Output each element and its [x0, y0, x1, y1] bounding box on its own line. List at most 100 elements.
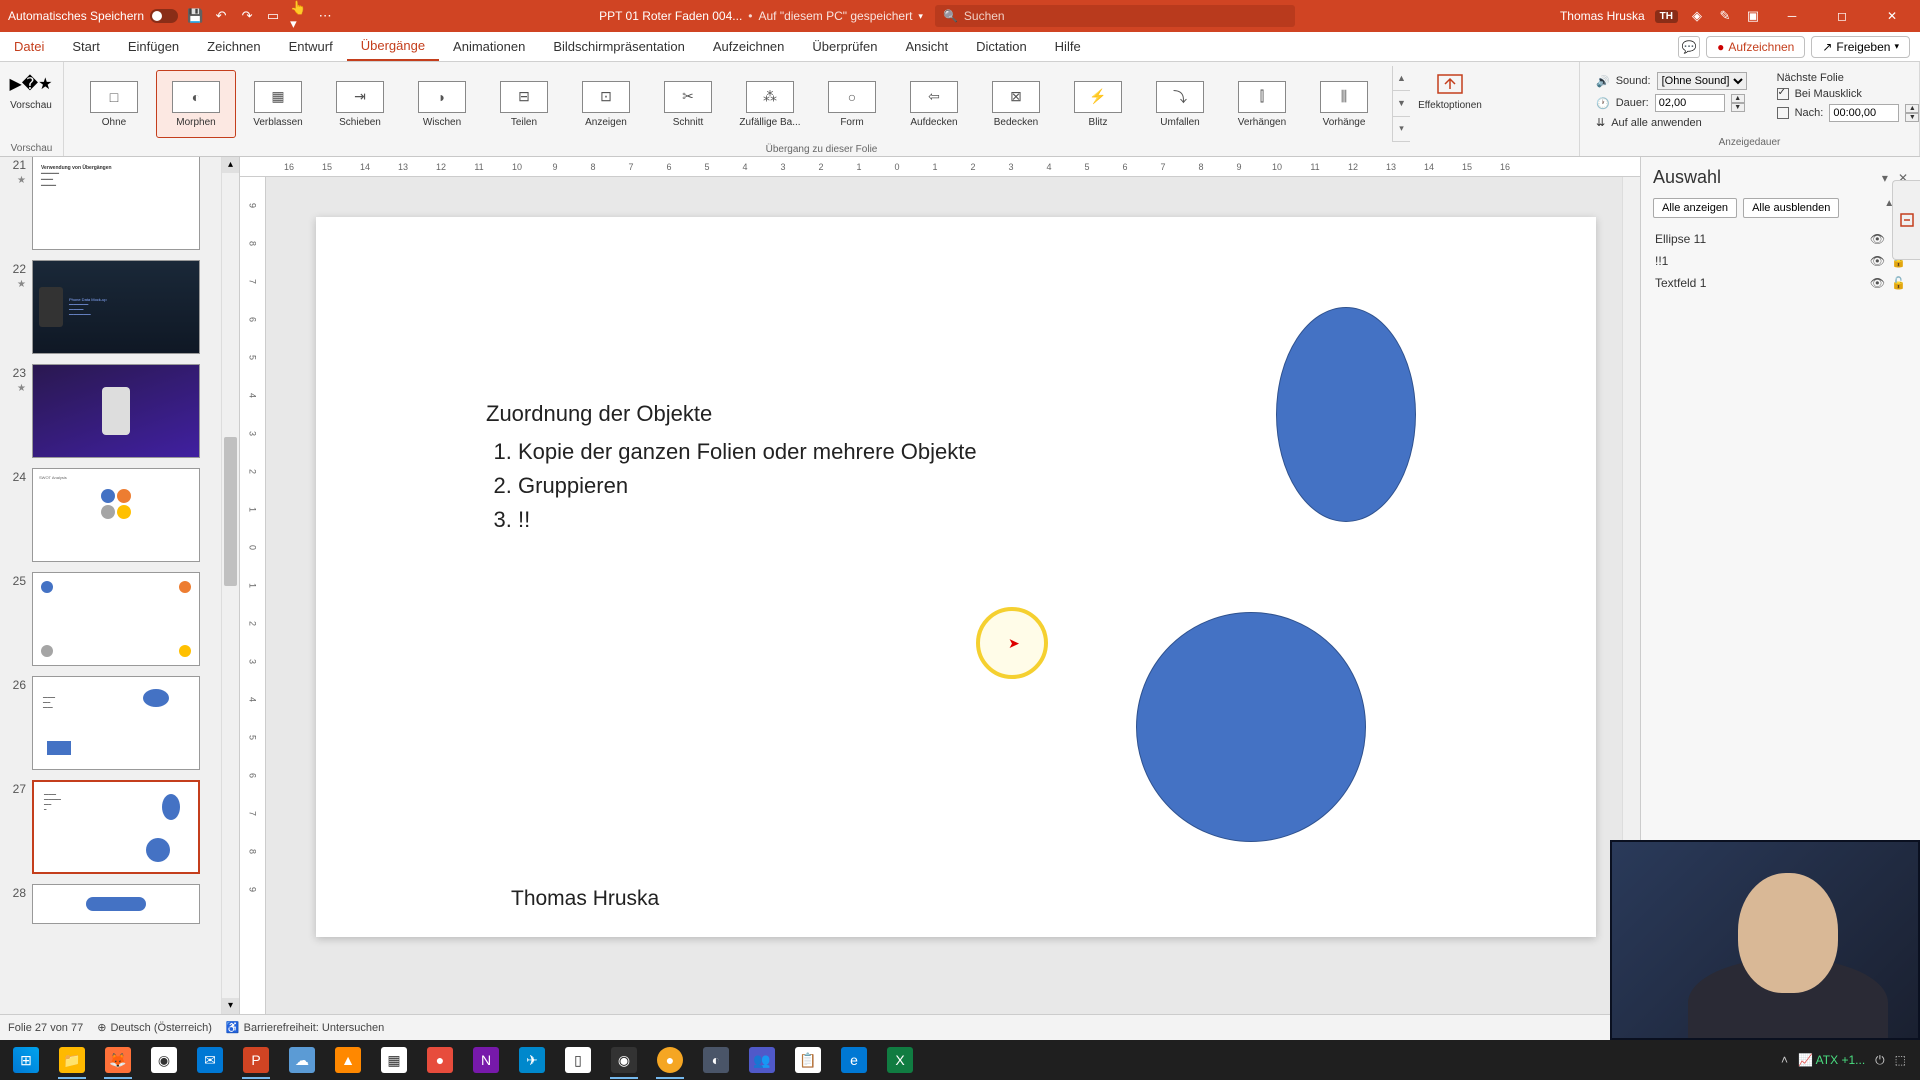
taskbar-teams[interactable]: 👥: [740, 1041, 784, 1079]
eye-icon[interactable]: 👁: [1870, 254, 1885, 268]
eye-icon[interactable]: 👁: [1870, 232, 1885, 246]
taskbar-firefox[interactable]: 🦊: [96, 1041, 140, 1079]
transition-schnitt[interactable]: ✂Schnitt: [648, 70, 728, 138]
show-all-button[interactable]: Alle anzeigen: [1653, 198, 1737, 218]
taskbar-obs[interactable]: ◉: [602, 1041, 646, 1079]
touch-icon[interactable]: 👆▾: [290, 7, 308, 25]
ellipse-shape-2[interactable]: [1136, 612, 1366, 842]
tray-more-icon[interactable]: ⬚: [1895, 1053, 1906, 1067]
taskbar-app[interactable]: ▯: [556, 1041, 600, 1079]
transition-ohne[interactable]: □Ohne: [74, 70, 154, 138]
taskbar-chrome[interactable]: ◉: [142, 1041, 186, 1079]
minimize-button[interactable]: ─: [1772, 0, 1812, 32]
transition-bedecken[interactable]: ⊠Bedecken: [976, 70, 1056, 138]
user-avatar[interactable]: TH: [1655, 10, 1678, 23]
sound-select[interactable]: [Ohne Sound]: [1657, 72, 1747, 90]
pane-dropdown-icon[interactable]: ▾: [1882, 171, 1888, 185]
duration-input[interactable]: [1655, 94, 1725, 112]
gallery-down-icon[interactable]: ▼: [1393, 91, 1410, 116]
tab-slideshow[interactable]: Bildschirmpräsentation: [539, 32, 699, 61]
maximize-button[interactable]: ◻: [1822, 0, 1862, 32]
document-title[interactable]: PPT 01 Roter Faden 004... • Auf "diesem …: [599, 9, 923, 23]
taskbar-vlc[interactable]: ▲: [326, 1041, 370, 1079]
taskbar-app[interactable]: ●: [648, 1041, 692, 1079]
selection-item[interactable]: Ellipse 11👁🔓: [1653, 228, 1908, 250]
save-icon[interactable]: 💾: [186, 7, 204, 25]
slide-thumbnail[interactable]: [32, 884, 200, 924]
slide-counter[interactable]: Folie 27 von 77: [8, 1022, 83, 1034]
selection-item[interactable]: Textfeld 1👁🔓: [1653, 272, 1908, 294]
transition-wischen[interactable]: ◗Wischen: [402, 70, 482, 138]
collapse-tab[interactable]: [1892, 180, 1920, 260]
transition-verhängen[interactable]: ⫿Verhängen: [1222, 70, 1302, 138]
tab-review[interactable]: Überprüfen: [798, 32, 891, 61]
gallery-expand-icon[interactable]: ▾: [1393, 117, 1410, 142]
tab-draw[interactable]: Zeichnen: [193, 32, 274, 61]
spin-up-icon[interactable]: ▲: [1731, 94, 1745, 103]
scroll-handle[interactable]: [224, 437, 237, 586]
taskbar-app[interactable]: ●: [418, 1041, 462, 1079]
lock-icon[interactable]: 🔓: [1891, 276, 1906, 290]
taskbar-powerpoint[interactable]: P: [234, 1041, 278, 1079]
qat-more-icon[interactable]: ⋯: [316, 7, 334, 25]
slide-thumbnail[interactable]: SWOT Analysis: [32, 468, 200, 562]
slide-thumbnail[interactable]: [32, 364, 200, 458]
transition-blitz[interactable]: ⚡Blitz: [1058, 70, 1138, 138]
slide-thumbnail[interactable]: ━━━━━━━━━━━━━━━━: [32, 780, 200, 874]
window-icon[interactable]: ▣: [1744, 7, 1762, 25]
taskbar-excel[interactable]: X: [878, 1041, 922, 1079]
autosave-toggle[interactable]: Automatisches Speichern: [8, 9, 178, 23]
search-input[interactable]: 🔍 Suchen: [935, 5, 1295, 27]
transition-aufdecken[interactable]: ⇦Aufdecken: [894, 70, 974, 138]
eye-icon[interactable]: 👁: [1870, 276, 1885, 290]
taskbar-edge[interactable]: e: [832, 1041, 876, 1079]
spin-down-icon[interactable]: ▼: [1731, 103, 1745, 112]
hide-all-button[interactable]: Alle ausblenden: [1743, 198, 1839, 218]
preview-button[interactable]: ▶�★ Vorschau: [6, 66, 56, 115]
record-button[interactable]: ●Aufzeichnen: [1706, 36, 1805, 58]
slide-thumbnail[interactable]: [32, 572, 200, 666]
on-click-checkbox[interactable]: [1777, 88, 1789, 100]
tab-start[interactable]: Start: [58, 32, 113, 61]
transition-vorhänge[interactable]: ⫼Vorhänge: [1304, 70, 1384, 138]
language-indicator[interactable]: ⊕ Deutsch (Österreich): [97, 1021, 212, 1034]
spin-down-icon[interactable]: ▼: [1905, 113, 1919, 122]
tab-view[interactable]: Ansicht: [891, 32, 962, 61]
slide-thumbnail[interactable]: Phone Data Mock-up━━━━━━━━━━━━━━━━━━━━━━…: [32, 260, 200, 354]
transition-verblassen[interactable]: ▦Verblassen: [238, 70, 318, 138]
diamond-icon[interactable]: ◈: [1688, 7, 1706, 25]
transition-anzeigen[interactable]: ⊡Anzeigen: [566, 70, 646, 138]
author-text[interactable]: Thomas Hruska: [511, 887, 659, 911]
tray-up-icon[interactable]: ˄: [1781, 1053, 1788, 1067]
slide-text-content[interactable]: Zuordnung der Objekte Kopie der ganzen F…: [486, 397, 977, 537]
gallery-up-icon[interactable]: ▲: [1393, 66, 1410, 91]
taskbar-app[interactable]: 📋: [786, 1041, 830, 1079]
tray-net-icon[interactable]: ⏻: [1875, 1053, 1885, 1068]
tab-design[interactable]: Entwurf: [275, 32, 347, 61]
transition-form[interactable]: ○Form: [812, 70, 892, 138]
transition-teilen[interactable]: ⊟Teilen: [484, 70, 564, 138]
ellipse-shape-1[interactable]: [1276, 307, 1416, 522]
toggle-switch-icon[interactable]: [150, 9, 178, 23]
transition-schieben[interactable]: ⇥Schieben: [320, 70, 400, 138]
taskbar-telegram[interactable]: ✈: [510, 1041, 554, 1079]
apply-all-button[interactable]: ⇊ Auf alle anwenden: [1596, 116, 1747, 129]
transition-morphen[interactable]: ◐Morphen: [156, 70, 236, 138]
thumbs-scrollbar[interactable]: ▴ ▾: [221, 157, 239, 1014]
slide-thumbnail[interactable]: Verwendung von Übergängen━━━━━━━━━━━━━━━: [32, 157, 200, 250]
spin-up-icon[interactable]: ▲: [1905, 104, 1919, 113]
close-button[interactable]: ✕: [1872, 0, 1912, 32]
scroll-down-icon[interactable]: ▾: [222, 998, 239, 1014]
taskbar-app[interactable]: ◐: [694, 1041, 738, 1079]
tab-file[interactable]: Datei: [0, 32, 58, 61]
pen-icon[interactable]: ✎: [1716, 7, 1734, 25]
selection-item[interactable]: !!1👁🔓: [1653, 250, 1908, 272]
tab-help[interactable]: Hilfe: [1041, 32, 1095, 61]
canvas[interactable]: Zuordnung der Objekte Kopie der ganzen F…: [266, 177, 1622, 1014]
taskbar-onenote[interactable]: N: [464, 1041, 508, 1079]
slide[interactable]: Zuordnung der Objekte Kopie der ganzen F…: [316, 217, 1596, 937]
tab-animations[interactable]: Animationen: [439, 32, 539, 61]
start-button[interactable]: ⊞: [4, 1041, 48, 1079]
scroll-up-icon[interactable]: ▴: [222, 157, 239, 173]
tab-transitions[interactable]: Übergänge: [347, 32, 439, 61]
